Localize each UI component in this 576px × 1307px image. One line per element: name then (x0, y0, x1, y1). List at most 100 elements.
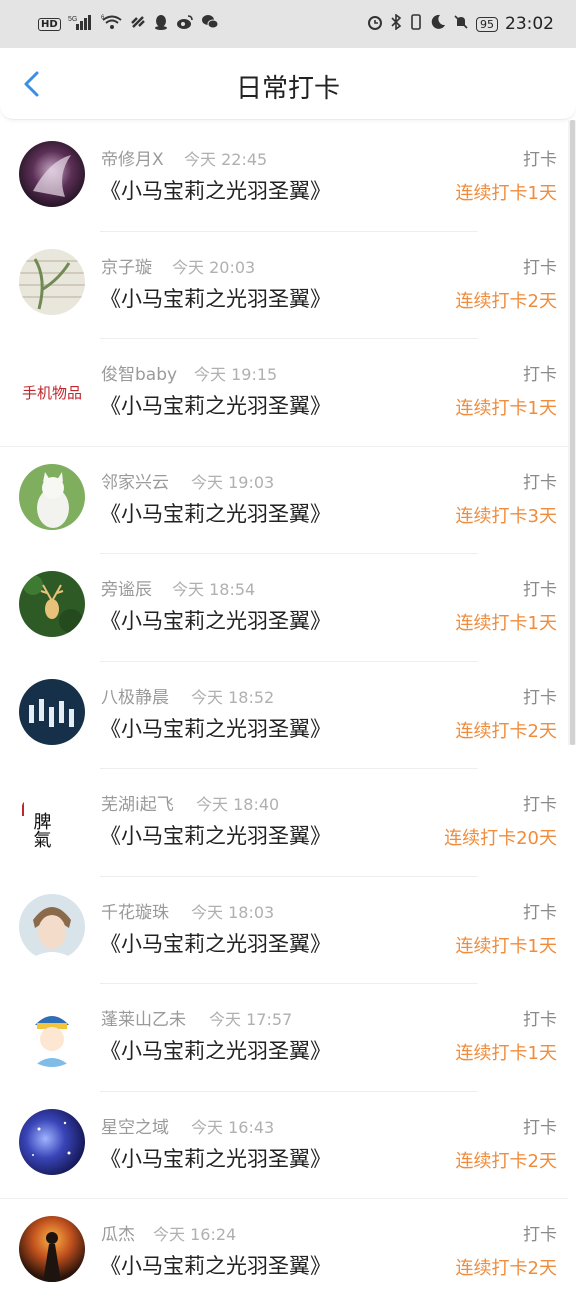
checkin-list: 帝修月X 今天 22:45 《小马宝莉之光羽圣翼》 打卡 连续打卡1天 京子璇 … (0, 124, 568, 1307)
app-header: 日常打卡 (0, 48, 576, 120)
battery-icon: 95 (476, 16, 498, 32)
checkin-time: 今天 16:24 (153, 1225, 237, 1244)
username: 芜湖i起飞 (101, 795, 174, 815)
weibo-icon (176, 14, 194, 34)
streak-label: 连续打卡2天 (455, 720, 557, 742)
list-item[interactable]: 星空之域 今天 16:43 《小马宝莉之光羽圣翼》 打卡 连续打卡2天 (0, 1092, 568, 1199)
list-item[interactable]: 邻家兴云 今天 19:03 《小马宝莉之光羽圣翼》 打卡 连续打卡3天 (0, 447, 568, 554)
hd-badge: HD (38, 17, 61, 31)
list-item[interactable]: 八极静晨 今天 18:52 《小马宝莉之光羽圣翼》 打卡 连续打卡2天 (0, 662, 568, 769)
book-title: 《小马宝莉之光羽圣翼》 (100, 1146, 331, 1171)
status-bar-right: 95 23:02 (367, 13, 554, 34)
streak-label: 连续打卡1天 (455, 935, 557, 957)
streak-label: 连续打卡1天 (455, 1043, 557, 1064)
checkin-time: 今天 20:03 (172, 257, 256, 277)
checkin-time: 今天 19:15 (194, 365, 278, 384)
vibrate-icon (409, 14, 423, 34)
checkin-label: 打卡 (523, 1010, 557, 1030)
list-item[interactable]: 帝修月X 今天 22:45 《小马宝莉之光羽圣翼》 打卡 连续打卡1天 (0, 124, 568, 232)
checkin-time: 今天 18:40 (196, 795, 280, 814)
avatar[interactable] (19, 1001, 85, 1067)
list-item[interactable]: 蓬莱山乙未 今天 17:57 《小马宝莉之光羽圣翼》 打卡 连续打卡1天 (0, 984, 568, 1092)
checkin-time: 今天 18:03 (191, 902, 275, 922)
username: 千花璇珠 (101, 902, 169, 923)
avatar[interactable] (19, 571, 85, 637)
username: 星空之域 (101, 1117, 169, 1138)
checkin-label: 打卡 (523, 257, 557, 278)
streak-label: 连续打卡1天 (455, 183, 557, 204)
book-title: 《小马宝莉之光羽圣翼》 (100, 179, 331, 203)
book-title: 《小马宝莉之光羽圣翼》 (100, 501, 331, 526)
checkin-label: 打卡 (523, 580, 557, 600)
avatar[interactable] (19, 893, 85, 960)
avatar[interactable] (19, 1108, 85, 1175)
list-item[interactable]: 瓜杰 今天 16:24 《小马宝莉之光羽圣翼》 打卡 连续打卡2天 (0, 1199, 568, 1307)
checkin-time: 今天 22:45 (184, 150, 268, 169)
avatar[interactable] (19, 678, 85, 745)
checkin-label: 打卡 (523, 1225, 557, 1245)
checkin-label: 打卡 (523, 1117, 557, 1138)
checkin-label: 打卡 (523, 795, 557, 815)
list-item[interactable]: 脾氣 芜湖i起飞 今天 18:40 《小马宝莉之光羽圣翼》 打卡 连续打卡20天 (0, 769, 568, 877)
page-title: 日常打卡 (235, 74, 340, 104)
avatar[interactable] (19, 248, 85, 315)
status-bar: HD 5G 6 95 23:02 (0, 0, 576, 48)
avatar-calligraphy-text: 脾氣 (31, 812, 52, 848)
list-item[interactable]: 手机物品 俊智baby 今天 19:15 《小马宝莉之光羽圣翼》 打卡 连续打卡… (0, 339, 568, 447)
avatar[interactable]: 脾氣 (19, 786, 85, 852)
streak-label: 连续打卡1天 (455, 613, 557, 634)
book-title: 《小马宝莉之光羽圣翼》 (100, 716, 331, 741)
book-title: 《小马宝莉之光羽圣翼》 (100, 286, 331, 311)
link-icon (130, 14, 146, 34)
qq-icon (153, 14, 169, 34)
streak-label: 连续打卡3天 (455, 505, 557, 527)
list-item[interactable]: 京子璇 今天 20:03 《小马宝莉之光羽圣翼》 打卡 连续打卡2天 (0, 232, 568, 339)
username: 蓬莱山乙未 (101, 1010, 186, 1030)
avatar[interactable]: 手机物品 (19, 356, 85, 422)
avatar[interactable] (19, 141, 85, 207)
streak-label: 连续打卡1天 (455, 398, 557, 419)
clock: 23:02 (505, 14, 554, 34)
checkin-time: 今天 19:03 (191, 472, 275, 492)
avatar[interactable] (19, 1216, 85, 1282)
checkin-label: 打卡 (523, 902, 557, 923)
wifi-icon: 6 (101, 14, 123, 34)
status-bar-left: HD 5G 6 (38, 14, 219, 34)
checkin-time: 今天 17:57 (209, 1010, 293, 1029)
signal-icon: 5G (68, 14, 94, 34)
book-title: 《小马宝莉之光羽圣翼》 (100, 931, 331, 956)
book-title: 《小马宝莉之光羽圣翼》 (100, 394, 331, 418)
username: 旁谧辰 (101, 580, 152, 600)
username: 八极静晨 (101, 687, 169, 708)
mute-icon (453, 14, 469, 34)
book-title: 《小马宝莉之光羽圣翼》 (100, 1039, 331, 1063)
checkin-label: 打卡 (523, 365, 557, 385)
streak-label: 连续打卡2天 (455, 1258, 557, 1279)
checkin-label: 打卡 (523, 687, 557, 708)
streak-label: 连续打卡2天 (455, 1150, 557, 1172)
username: 俊智baby (101, 365, 178, 385)
book-title: 《小马宝莉之光羽圣翼》 (100, 824, 331, 848)
bluetooth-icon (390, 13, 402, 34)
checkin-time: 今天 18:52 (191, 687, 275, 707)
username: 帝修月X (101, 150, 164, 170)
checkin-time: 今天 18:54 (172, 580, 256, 599)
book-title: 《小马宝莉之光羽圣翼》 (100, 609, 331, 633)
wechat-icon (201, 14, 219, 34)
username: 邻家兴云 (101, 472, 169, 493)
network-5g-label: 5G (68, 16, 77, 23)
streak-label: 连续打卡20天 (444, 828, 557, 849)
list-item[interactable]: 旁谧辰 今天 18:54 《小马宝莉之光羽圣翼》 打卡 连续打卡1天 (0, 554, 568, 662)
checkin-label: 打卡 (523, 472, 557, 493)
avatar-logo-text: 手机物品 (22, 384, 82, 402)
username: 瓜杰 (101, 1225, 135, 1245)
moon-icon (430, 14, 446, 34)
scrollbar-thumb[interactable] (570, 120, 575, 745)
username: 京子璇 (101, 257, 152, 278)
book-title: 《小马宝莉之光羽圣翼》 (100, 1254, 331, 1278)
checkin-time: 今天 16:43 (191, 1117, 275, 1137)
avatar[interactable] (19, 463, 85, 530)
checkin-label: 打卡 (523, 150, 557, 170)
list-item[interactable]: 千花璇珠 今天 18:03 《小马宝莉之光羽圣翼》 打卡 连续打卡1天 (0, 877, 568, 984)
streak-label: 连续打卡2天 (455, 290, 557, 312)
